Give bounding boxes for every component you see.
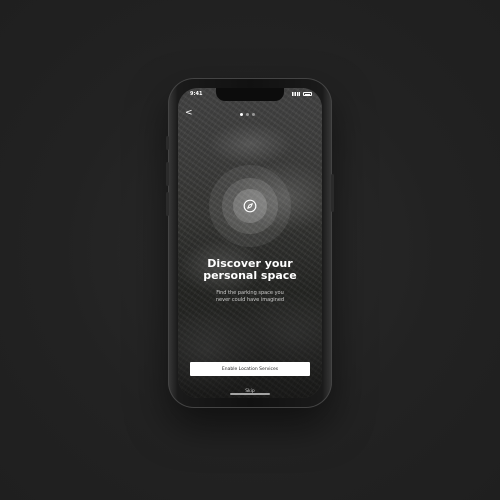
notch bbox=[216, 88, 284, 101]
subtitle-line-1: Find the parking space you bbox=[216, 290, 284, 296]
pagination-dot-active[interactable] bbox=[240, 113, 243, 116]
phone-screen: 9:41 < Discover your personal space Find… bbox=[178, 88, 322, 398]
title-line-2: personal space bbox=[203, 269, 297, 282]
status-icons bbox=[292, 92, 312, 96]
pagination-dot[interactable] bbox=[252, 113, 255, 116]
subtitle-line-2: never could have imagined bbox=[215, 297, 285, 303]
volume-down-button bbox=[166, 192, 169, 216]
home-indicator[interactable] bbox=[230, 393, 270, 395]
pagination-dots bbox=[240, 113, 255, 116]
back-button[interactable]: < bbox=[185, 109, 193, 118]
volume-up-button bbox=[166, 162, 169, 186]
signal-icon bbox=[292, 92, 300, 96]
mute-switch bbox=[166, 136, 169, 150]
status-time: 9:41 bbox=[190, 91, 203, 97]
power-button bbox=[331, 174, 334, 212]
enable-location-services-button[interactable]: Enable Location Services bbox=[190, 362, 310, 376]
battery-icon bbox=[303, 92, 312, 96]
onboarding-subtitle: Find the parking space you never could h… bbox=[178, 290, 322, 304]
compass-icon bbox=[243, 199, 257, 213]
phone-frame: 9:41 < Discover your personal space Find… bbox=[166, 78, 334, 408]
pagination-dot[interactable] bbox=[246, 113, 249, 116]
mockup-stage: 9:41 < Discover your personal space Find… bbox=[0, 0, 500, 500]
onboarding-title: Discover your personal space bbox=[178, 258, 322, 282]
